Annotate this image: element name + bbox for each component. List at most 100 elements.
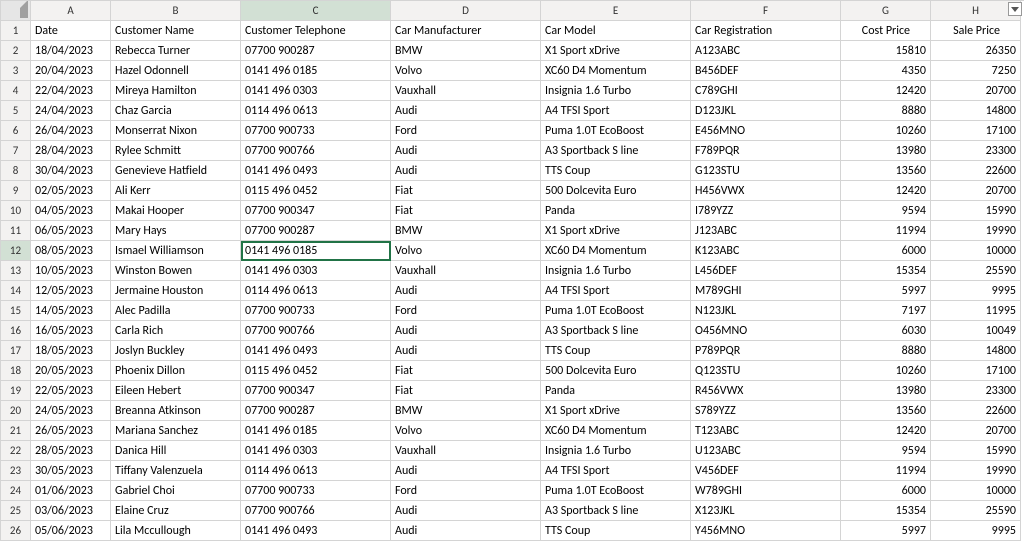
cell[interactable]: 8880 <box>841 341 931 361</box>
cell[interactable]: 30/04/2023 <box>31 161 111 181</box>
row-header-14[interactable]: 14 <box>1 281 31 301</box>
row-header-12[interactable]: 12 <box>1 241 31 261</box>
cell[interactable]: Joslyn Buckley <box>111 341 241 361</box>
cell[interactable]: XC60 D4 Momentum <box>541 421 691 441</box>
col-header-A[interactable]: A <box>31 1 111 21</box>
col-header-C[interactable]: C <box>241 1 391 21</box>
cell[interactable]: 15354 <box>841 501 931 521</box>
cell[interactable]: 22600 <box>931 161 1021 181</box>
cell[interactable]: T123ABC <box>691 421 841 441</box>
row-header-22[interactable]: 22 <box>1 441 31 461</box>
cell[interactable]: 07700 900766 <box>241 501 391 521</box>
row-header-1[interactable]: 1 <box>1 21 31 41</box>
cell[interactable]: L456DEF <box>691 261 841 281</box>
cell[interactable]: Winston Bowen <box>111 261 241 281</box>
cell[interactable]: 20700 <box>931 81 1021 101</box>
cell[interactable]: 26350 <box>931 41 1021 61</box>
cell[interactable]: 14800 <box>931 341 1021 361</box>
cell[interactable]: Genevieve Hatfield <box>111 161 241 181</box>
cell[interactable]: 07700 900733 <box>241 121 391 141</box>
cell[interactable]: 0115 496 0452 <box>241 181 391 201</box>
cell[interactable]: BMW <box>391 401 541 421</box>
col-header-E[interactable]: E <box>541 1 691 21</box>
cell[interactable]: 20700 <box>931 181 1021 201</box>
cell[interactable]: 24/05/2023 <box>31 401 111 421</box>
cell[interactable]: Rylee Schmitt <box>111 141 241 161</box>
cell[interactable]: A4 TFSI Sport <box>541 281 691 301</box>
cell[interactable]: 19990 <box>931 221 1021 241</box>
row-header-26[interactable]: 26 <box>1 521 31 541</box>
cell[interactable]: Puma 1.0T EcoBoost <box>541 481 691 501</box>
cell[interactable]: A123ABC <box>691 41 841 61</box>
cell[interactable]: M789GHI <box>691 281 841 301</box>
cell[interactable]: 0141 496 0303 <box>241 261 391 281</box>
cell[interactable]: 07700 900347 <box>241 381 391 401</box>
cell[interactable]: F789PQR <box>691 141 841 161</box>
col-header-B[interactable]: B <box>111 1 241 21</box>
cell[interactable]: 13980 <box>841 141 931 161</box>
cell[interactable]: Puma 1.0T EcoBoost <box>541 121 691 141</box>
cell[interactable]: Tiffany Valenzuela <box>111 461 241 481</box>
cell[interactable]: Insignia 1.6 Turbo <box>541 441 691 461</box>
cell[interactable]: 13560 <box>841 161 931 181</box>
cell[interactable]: Insignia 1.6 Turbo <box>541 261 691 281</box>
cell[interactable]: Eileen Hebert <box>111 381 241 401</box>
cell[interactable]: Fiat <box>391 361 541 381</box>
cell[interactable]: B456DEF <box>691 61 841 81</box>
cell[interactable]: XC60 D4 Momentum <box>541 61 691 81</box>
cell[interactable]: Ford <box>391 301 541 321</box>
cell[interactable]: 07700 900733 <box>241 481 391 501</box>
cell[interactable]: 6000 <box>841 241 931 261</box>
cell[interactable]: Volvo <box>391 61 541 81</box>
row-header-7[interactable]: 7 <box>1 141 31 161</box>
cell[interactable]: Chaz Garcia <box>111 101 241 121</box>
row-header-13[interactable]: 13 <box>1 261 31 281</box>
cell[interactable]: 07700 900287 <box>241 221 391 241</box>
cell[interactable]: 30/05/2023 <box>31 461 111 481</box>
cell[interactable]: K123ABC <box>691 241 841 261</box>
cell[interactable]: 20/05/2023 <box>31 361 111 381</box>
cell[interactable]: Mireya Hamilton <box>111 81 241 101</box>
cell[interactable]: G123STU <box>691 161 841 181</box>
cell[interactable]: 10049 <box>931 321 1021 341</box>
cell[interactable]: R456VWX <box>691 381 841 401</box>
cell[interactable]: 14/05/2023 <box>31 301 111 321</box>
column-header-cell[interactable]: Cost Price <box>841 21 931 41</box>
cell[interactable]: Elaine Cruz <box>111 501 241 521</box>
row-header-2[interactable]: 2 <box>1 41 31 61</box>
cell[interactable]: 20700 <box>931 421 1021 441</box>
cell[interactable]: Mary Hays <box>111 221 241 241</box>
cell[interactable]: 15990 <box>931 201 1021 221</box>
cell[interactable]: C789GHI <box>691 81 841 101</box>
cell[interactable]: 0141 496 0185 <box>241 421 391 441</box>
cell[interactable]: 9995 <box>931 521 1021 541</box>
cell[interactable]: 12420 <box>841 81 931 101</box>
row-header-9[interactable]: 9 <box>1 181 31 201</box>
column-header-cell[interactable]: Customer Telephone <box>241 21 391 41</box>
cell[interactable]: 05/06/2023 <box>31 521 111 541</box>
cell[interactable]: Y456MNO <box>691 521 841 541</box>
cell[interactable]: Audi <box>391 341 541 361</box>
col-header-G[interactable]: G <box>841 1 931 21</box>
cell[interactable]: 24/04/2023 <box>31 101 111 121</box>
cell[interactable]: 25590 <box>931 261 1021 281</box>
cell[interactable]: Audi <box>391 101 541 121</box>
cell[interactable]: 0115 496 0452 <box>241 361 391 381</box>
cell[interactable]: 11994 <box>841 221 931 241</box>
col-header-F[interactable]: F <box>691 1 841 21</box>
row-header-10[interactable]: 10 <box>1 201 31 221</box>
cell[interactable]: Audi <box>391 281 541 301</box>
cell[interactable]: Mariana Sanchez <box>111 421 241 441</box>
cell[interactable]: BMW <box>391 41 541 61</box>
cell[interactable]: 13560 <box>841 401 931 421</box>
cell[interactable]: 19990 <box>931 461 1021 481</box>
cell[interactable]: XC60 D4 Momentum <box>541 241 691 261</box>
cell[interactable]: U123ABC <box>691 441 841 461</box>
cell[interactable]: 07700 900766 <box>241 321 391 341</box>
cell[interactable]: 500 Dolcevita Euro <box>541 181 691 201</box>
column-header-cell[interactable]: Date <box>31 21 111 41</box>
cell[interactable]: 28/04/2023 <box>31 141 111 161</box>
cell[interactable]: 18/05/2023 <box>31 341 111 361</box>
row-header-24[interactable]: 24 <box>1 481 31 501</box>
cell[interactable]: 10000 <box>931 241 1021 261</box>
